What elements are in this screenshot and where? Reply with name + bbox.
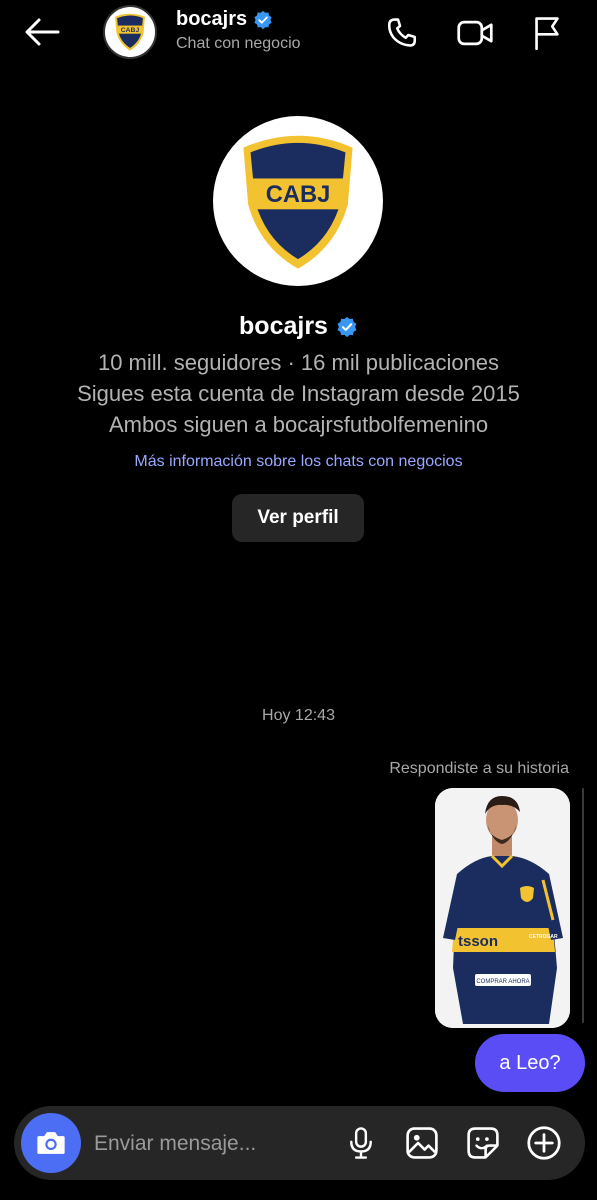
profile-name-row: bocajrs (0, 312, 597, 341)
sent-message-bubble[interactable]: a Leo? (475, 1034, 585, 1092)
voice-message-button[interactable] (342, 1124, 380, 1162)
profile-avatar[interactable]: CABJ (213, 116, 383, 286)
plus-circle-icon (527, 1126, 561, 1160)
profile-mutual-follow: Ambos siguen a bocajrsfutbolfemenino (108, 412, 489, 437)
business-chat-info-link[interactable]: Más información sobre los chats con nego… (0, 453, 597, 471)
microphone-icon (350, 1127, 372, 1159)
story-player-image: tsson CETROGAR COMPRAR AHORA (435, 788, 570, 1028)
cabj-crest-logo: CABJ (243, 135, 353, 269)
video-call-button[interactable] (456, 14, 494, 52)
sticker-button[interactable] (464, 1124, 502, 1162)
shirt-sponsor-text: tsson (458, 933, 498, 950)
crest-text: CABJ (121, 27, 140, 34)
story-reply-preview[interactable]: tsson CETROGAR COMPRAR AHORA (435, 788, 570, 1028)
gallery-button[interactable] (403, 1124, 441, 1162)
message-composer (14, 1106, 585, 1180)
verified-badge-icon (254, 10, 272, 29)
video-camera-icon (457, 20, 493, 46)
header-titles[interactable]: bocajrs Chat con negocio (176, 8, 301, 53)
report-button[interactable] (528, 14, 566, 52)
chat-header: CABJ bocajrs Chat con negocio (0, 0, 597, 66)
more-options-button[interactable] (525, 1124, 563, 1162)
profile-following-since: Sigues esta cuenta de Instagram desde 20… (77, 381, 520, 406)
view-profile-button[interactable]: Ver perfil (232, 494, 364, 542)
sticker-icon (467, 1127, 499, 1159)
message-input[interactable] (92, 1124, 326, 1164)
story-reply-label: Respondiste a su historia (389, 760, 569, 777)
camera-button[interactable] (21, 1113, 81, 1173)
sleeve-sponsor-text: CETROGAR (529, 934, 558, 940)
camera-icon (37, 1132, 65, 1154)
header-avatar[interactable]: CABJ (103, 5, 157, 59)
call-button[interactable] (383, 14, 421, 52)
phone-icon (387, 18, 417, 47)
verified-badge-icon (337, 316, 357, 337)
profile-stats: 10 mill. seguidores · 16 mil publicacion… (97, 350, 500, 375)
story-scrollbar (582, 788, 584, 1023)
cabj-crest-logo: CABJ (115, 13, 145, 51)
profile-username: bocajrs (239, 312, 328, 340)
crest-text: CABJ (266, 182, 331, 208)
image-icon (406, 1127, 438, 1159)
flag-icon (535, 17, 559, 50)
back-button[interactable] (22, 14, 62, 50)
story-cta-text: COMPRAR AHORA (476, 979, 529, 985)
header-username: bocajrs (176, 8, 248, 30)
message-timestamp: Hoy 12:43 (262, 707, 335, 724)
arrow-left-icon (25, 18, 60, 46)
header-subtitle: Chat con negocio (176, 35, 301, 52)
